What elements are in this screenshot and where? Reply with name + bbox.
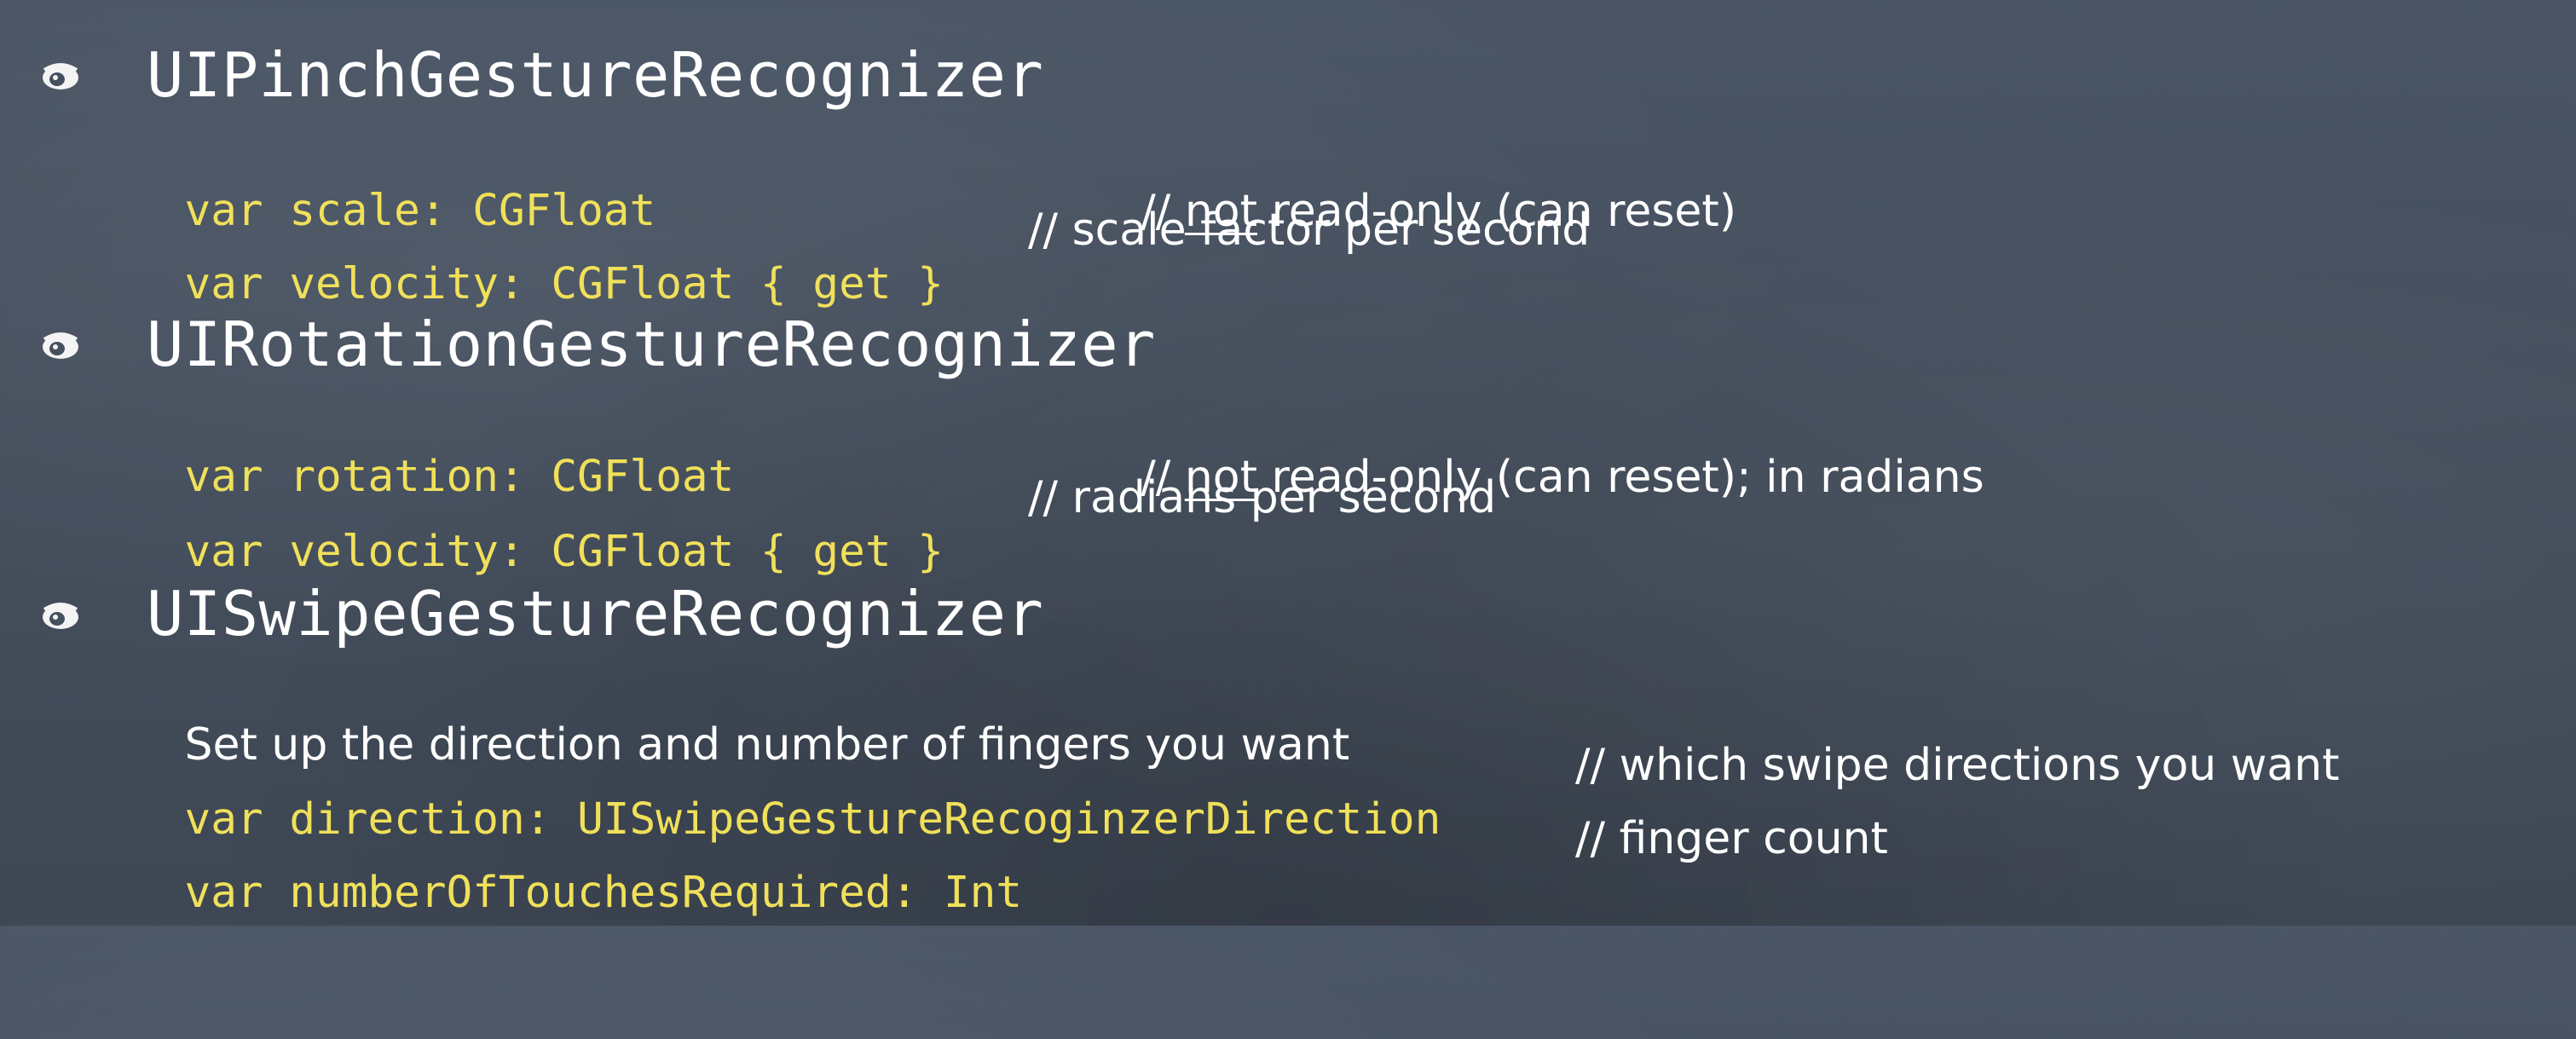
eye-bullet-icon — [43, 603, 78, 629]
code-comment: // radians per second — [1028, 472, 1497, 523]
code-comment: // which swipe directions you want — [1575, 740, 2340, 791]
slide: UIPinchGestureRecognizer var scale: CGFl… — [0, 0, 2576, 926]
heading-rotation: UIRotationGestureRecognizer — [147, 309, 1156, 380]
code-line: var velocity: CGFloat { get } // radians… — [159, 470, 1497, 577]
code-line: var scale: CGFloat // not read-only (can… — [159, 130, 1737, 237]
code-line: var velocity: CGFloat { get } // scale f… — [159, 203, 1591, 309]
eye-bullet-icon — [43, 63, 78, 89]
code-line: var direction: UISwipeGestureRecoginzerD… — [159, 738, 2340, 845]
code-text: var numberOfTouchesRequired: Int — [184, 868, 1023, 918]
code-comment: // scale factor per second — [1028, 205, 1591, 256]
code-comment: // finger count — [1575, 813, 1888, 864]
code-text: var velocity: CGFloat { get } — [184, 259, 944, 309]
description-line: Set up the direction and number of finge… — [159, 663, 1350, 771]
code-line: var rotation: CGFloat // not read-only (… — [159, 395, 1984, 503]
code-line: var numberOfTouchesRequired: Int // fing… — [159, 811, 1888, 918]
heading-swipe: UISwipeGestureRecognizer — [147, 578, 1044, 649]
eye-bullet-icon — [43, 332, 78, 359]
code-text: var velocity: CGFloat { get } — [184, 527, 944, 577]
heading-pinch: UIPinchGestureRecognizer — [147, 39, 1044, 111]
